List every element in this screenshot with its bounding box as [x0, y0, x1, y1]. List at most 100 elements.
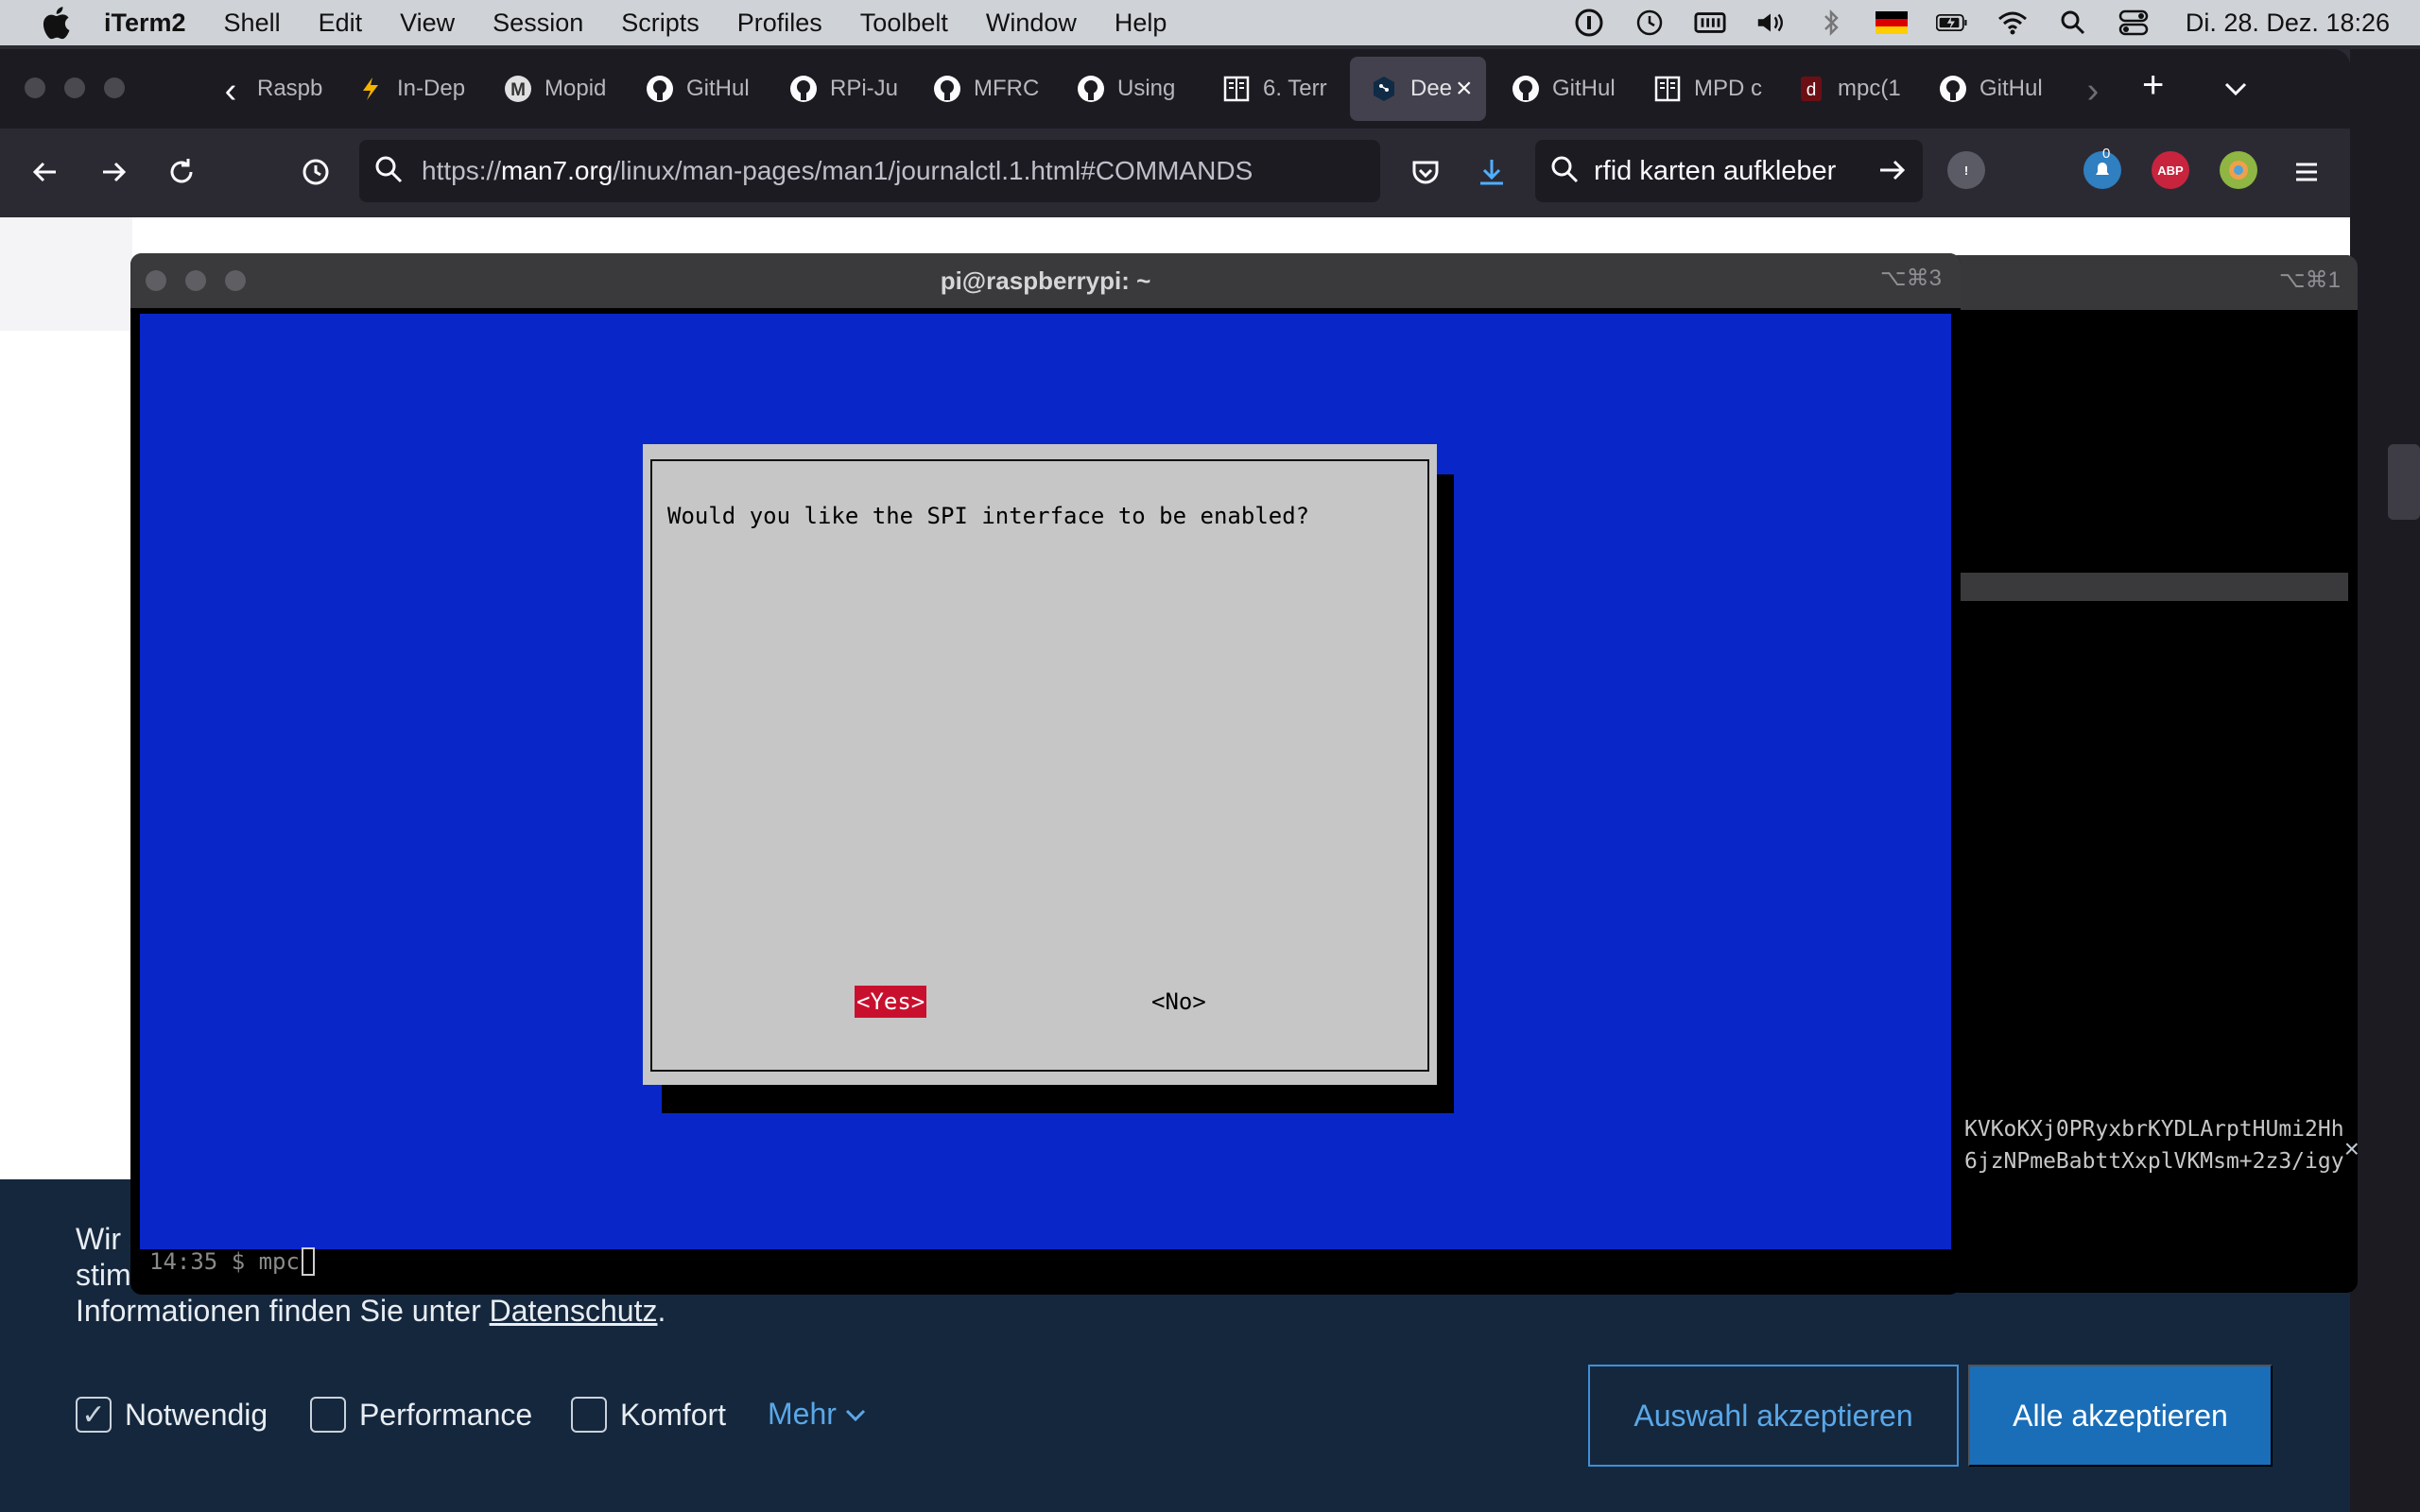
go-arrow-icon[interactable]: [1876, 153, 1910, 192]
pocket-icon[interactable]: [1403, 149, 1448, 195]
tab-label: 6. Terr: [1263, 76, 1327, 101]
back-icon[interactable]: [23, 149, 68, 195]
tab-deepl-active[interactable]: Dee ×: [1350, 57, 1486, 121]
tab-mpc[interactable]: d mpc(1: [1777, 57, 1915, 121]
close-tab-icon[interactable]: ×: [1456, 73, 1473, 105]
terminal-window-controls: [146, 270, 246, 291]
search-icon: [1548, 153, 1581, 190]
german-flag-icon[interactable]: [1875, 7, 1908, 39]
tab-scroll-right-icon[interactable]: ›: [2076, 72, 2110, 110]
volume-icon[interactable]: [1754, 7, 1787, 39]
tab-mpd[interactable]: MPD c: [1634, 57, 1772, 121]
tab-label: RPi-Ju: [830, 76, 899, 101]
tab-label: Dee: [1410, 76, 1453, 101]
checkbox-empty-icon: [571, 1397, 607, 1433]
github-icon: [1938, 74, 1968, 104]
tab-rpi-jukebox[interactable]: RPi-Ju: [769, 57, 908, 121]
zoom-window-button[interactable]: [104, 77, 125, 98]
menu-session[interactable]: Session: [493, 9, 583, 38]
search-query: rfid karten aufkleber: [1594, 155, 1837, 186]
menu-scripts[interactable]: Scripts: [621, 9, 700, 38]
svg-text:M: M: [510, 80, 526, 100]
menu-hamburger-icon[interactable]: [2284, 149, 2329, 195]
menu-toolbelt[interactable]: Toolbelt: [860, 9, 948, 38]
yes-button[interactable]: <Yes>: [855, 986, 927, 1018]
checkbox-label: Notwendig: [125, 1397, 268, 1432]
accept-all-button[interactable]: Alle akzeptieren: [1968, 1365, 2273, 1467]
terminal-window[interactable]: pi@raspberrypi: ~ ⌥⌘3 Would you like the…: [130, 253, 1961, 1295]
tab-label: MFRC: [974, 76, 1040, 101]
page-scrollbar[interactable]: [2388, 444, 2420, 520]
terminal-zoom-button[interactable]: [225, 270, 246, 291]
terminal-minimize-button[interactable]: [185, 270, 206, 291]
extension-info-icon[interactable]: !: [1947, 151, 1985, 189]
no-button[interactable]: <No>: [1151, 986, 1206, 1018]
dialog-frame: [650, 459, 1429, 1072]
adblock-plus-icon[interactable]: ABP: [2152, 151, 2189, 189]
bluetooth-icon[interactable]: [1815, 7, 1847, 39]
tab-list-icon[interactable]: [2221, 70, 2250, 112]
tab-raspberry[interactable]: Raspb: [238, 57, 342, 121]
reload-icon[interactable]: [159, 149, 204, 195]
terminal-close-button[interactable]: [146, 270, 166, 291]
accept-selection-button[interactable]: Auswahl akzeptieren: [1588, 1365, 1959, 1467]
tab-label: Mopid: [544, 76, 607, 101]
menu-shell[interactable]: Shell: [224, 9, 281, 38]
book-icon: [1652, 74, 1683, 104]
tab-mfrc[interactable]: MFRC: [913, 57, 1051, 121]
terminal-back-line-2: 6jzNPmeBabttXxplVKMsm+2z3/igy: [1964, 1149, 2344, 1174]
forward-icon[interactable]: [91, 149, 136, 195]
new-tab-icon[interactable]: +: [2142, 64, 2164, 107]
terminal-window-background[interactable]: ⌥⌘1 KVKoKXj0PRyxbrKYDLArptHUmi2Hh 6jzNPm…: [1947, 255, 2358, 1293]
status-prompt: 14:35 $ mpc: [149, 1248, 300, 1275]
password-manager-icon[interactable]: [1573, 7, 1605, 39]
cookie-line-3-suffix: .: [657, 1294, 666, 1328]
search-icon: [372, 153, 405, 190]
checkbox-performance[interactable]: Performance: [310, 1397, 532, 1433]
time-machine-icon[interactable]: [1634, 7, 1666, 39]
battery-icon[interactable]: [1935, 7, 1968, 39]
tab-label: Using: [1117, 76, 1176, 101]
menu-help[interactable]: Help: [1115, 9, 1167, 38]
clock[interactable]: Di. 28. Dez. 18:26: [2186, 9, 2390, 38]
checkmark-icon: ✓: [76, 1397, 112, 1433]
wifi-icon[interactable]: [1996, 7, 2029, 39]
svg-text:d: d: [1806, 80, 1817, 100]
control-center-icon[interactable]: [2118, 7, 2150, 39]
abp-label: ABP: [2157, 163, 2184, 178]
terminal-title: pi@raspberrypi: ~: [940, 266, 1151, 295]
dialog-question: Would you like the SPI interface to be e…: [667, 503, 1310, 529]
github-icon: [1511, 74, 1541, 104]
terminal-titlebar[interactable]: pi@raspberrypi: ~: [130, 253, 1961, 308]
tab-github-1[interactable]: GitHul: [626, 57, 764, 121]
close-icon[interactable]: ×: [2344, 1134, 2358, 1164]
history-icon[interactable]: [293, 149, 338, 195]
menu-window[interactable]: Window: [986, 9, 1077, 38]
tab-github-2[interactable]: GitHul: [1492, 57, 1630, 121]
mehr-link[interactable]: Mehr: [768, 1397, 869, 1432]
apple-icon[interactable]: [38, 3, 78, 43]
web-search-box[interactable]: rfid karten aufkleber: [1535, 140, 1923, 202]
extension-globe-icon[interactable]: [2220, 151, 2257, 189]
checkbox-komfort[interactable]: Komfort: [571, 1397, 726, 1433]
menu-app-iterm2[interactable]: iTerm2: [104, 9, 186, 38]
tab-github-3[interactable]: GitHul: [1919, 57, 2057, 121]
download-icon[interactable]: [1469, 149, 1514, 195]
book-icon: [1221, 74, 1252, 104]
spotlight-search-icon[interactable]: [2057, 7, 2089, 39]
close-window-button[interactable]: [25, 77, 45, 98]
tab-label: In-Dep: [397, 76, 466, 101]
datenschutz-link[interactable]: Datenschutz: [490, 1294, 658, 1328]
menu-edit[interactable]: Edit: [319, 9, 363, 38]
mehr-label: Mehr: [768, 1397, 837, 1431]
menu-profiles[interactable]: Profiles: [737, 9, 822, 38]
memory-icon[interactable]: [1694, 7, 1726, 39]
tab-terminal-docs[interactable]: 6. Terr: [1202, 57, 1340, 121]
menu-view[interactable]: View: [400, 9, 455, 38]
url-bar[interactable]: https://man7.org/linux/man-pages/man1/jo…: [359, 140, 1380, 202]
minimize-window-button[interactable]: [64, 77, 85, 98]
tab-in-depth[interactable]: In-Dep: [337, 57, 475, 121]
checkbox-notwendig[interactable]: ✓ Notwendig: [76, 1397, 268, 1433]
tab-mopidy[interactable]: M Mopid: [484, 57, 622, 121]
tab-using[interactable]: Using: [1057, 57, 1195, 121]
